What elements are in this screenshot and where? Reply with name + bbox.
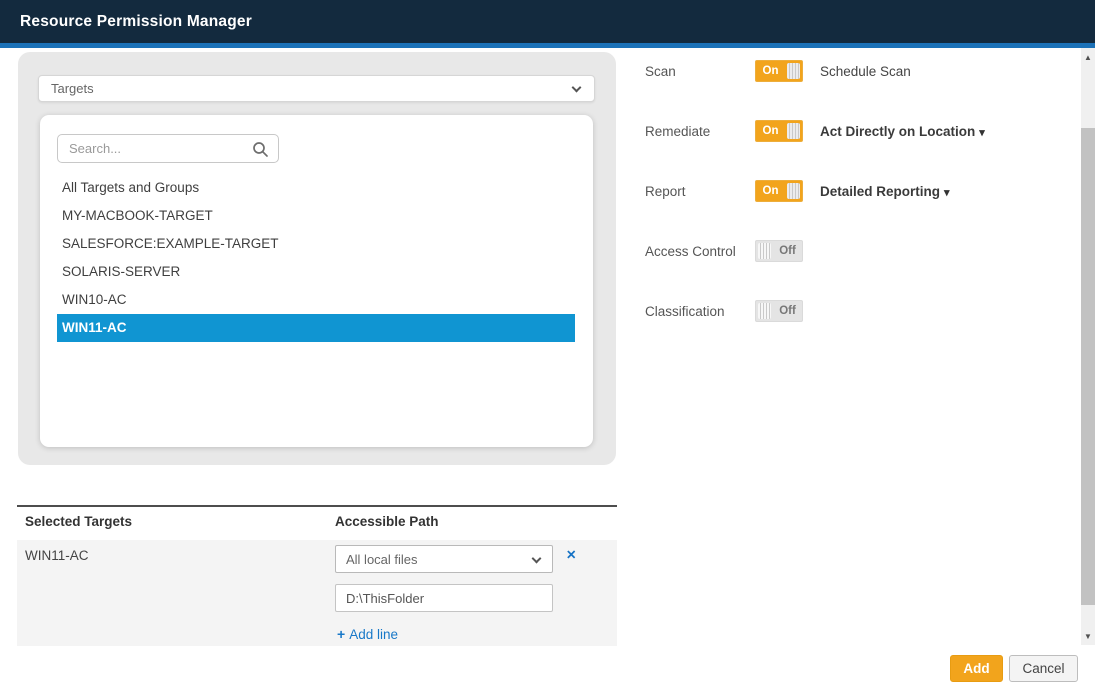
access-control-toggle[interactable]: Off: [755, 240, 803, 262]
column-header-selected-targets: Selected Targets: [25, 514, 132, 529]
path-type-select[interactable]: All local files: [335, 545, 553, 573]
dialog-title: Resource Permission Manager: [20, 13, 252, 31]
option-row-scan: Scan On Schedule Scan: [645, 60, 1075, 82]
option-row-classification: Classification Off: [645, 300, 1075, 322]
scrollbar-thumb[interactable]: [1081, 128, 1095, 605]
toggle-grip-icon: [758, 303, 771, 319]
act-directly-dropdown[interactable]: Act Directly on Location▾: [820, 124, 985, 139]
target-list: All Targets and Groups MY-MACBOOK-TARGET…: [40, 174, 593, 342]
caret-down-icon: ▾: [944, 187, 950, 199]
toggle-grip-icon: [758, 243, 771, 259]
chevron-down-icon: [532, 554, 542, 564]
targets-type-select-value: Targets: [51, 81, 94, 96]
plus-icon: +: [337, 626, 345, 642]
selected-target-name: WIN11-AC: [25, 548, 89, 563]
target-list-item[interactable]: SALESFORCE:EXAMPLE-TARGET: [57, 230, 575, 258]
report-label: Report: [645, 184, 686, 199]
column-header-accessible-path: Accessible Path: [335, 514, 439, 529]
target-picker-container: Targets All Targets and Groups MY-MACBOO…: [18, 52, 616, 465]
classification-toggle[interactable]: Off: [755, 300, 803, 322]
scan-toggle[interactable]: On: [755, 60, 803, 82]
option-row-remediate: Remediate On Act Directly on Location▾: [645, 120, 1075, 142]
caret-down-icon: ▾: [979, 127, 985, 139]
option-row-report: Report On Detailed Reporting▾: [645, 180, 1075, 202]
search-icon: [252, 141, 269, 158]
report-toggle[interactable]: On: [755, 180, 803, 202]
classification-label: Classification: [645, 304, 725, 319]
add-line-button[interactable]: +Add line: [337, 626, 398, 642]
scan-label: Scan: [645, 64, 676, 79]
access-control-label: Access Control: [645, 244, 736, 259]
accent-divider: [0, 43, 1095, 48]
scroll-up-icon[interactable]: ▲: [1081, 50, 1095, 64]
add-button[interactable]: Add: [950, 655, 1003, 682]
toggle-grip-icon: [787, 63, 800, 79]
target-list-item[interactable]: All Targets and Groups: [57, 174, 575, 202]
vertical-scrollbar[interactable]: ▲ ▼: [1081, 48, 1095, 645]
chevron-down-icon: [572, 83, 582, 93]
targets-type-select[interactable]: Targets: [38, 75, 595, 102]
schedule-scan-link[interactable]: Schedule Scan: [820, 64, 911, 79]
target-list-item[interactable]: SOLARIS-SERVER: [57, 258, 575, 286]
remediate-label: Remediate: [645, 124, 710, 139]
toggle-grip-icon: [787, 183, 800, 199]
table-top-divider: [17, 505, 617, 507]
scroll-down-icon[interactable]: ▼: [1081, 629, 1095, 643]
remediate-toggle[interactable]: On: [755, 120, 803, 142]
dialog-titlebar: Resource Permission Manager: [0, 0, 1095, 43]
target-list-item[interactable]: WIN10-AC: [57, 286, 575, 314]
search-box: [57, 134, 279, 163]
remove-row-button[interactable]: ✕: [566, 547, 576, 562]
table-row: WIN11-AC All local files ✕ +Add line: [17, 540, 617, 646]
cancel-button[interactable]: Cancel: [1009, 655, 1078, 682]
option-row-access-control: Access Control Off: [645, 240, 1075, 262]
path-input[interactable]: [335, 584, 553, 612]
target-list-item[interactable]: MY-MACBOOK-TARGET: [57, 202, 575, 230]
resource-permission-manager-dialog: Resource Permission Manager Targets All …: [0, 0, 1095, 693]
search-input[interactable]: [58, 135, 243, 162]
target-list-item-selected[interactable]: WIN11-AC: [57, 314, 575, 342]
toggle-grip-icon: [787, 123, 800, 139]
detailed-reporting-dropdown[interactable]: Detailed Reporting▾: [820, 184, 950, 199]
target-list-panel: All Targets and Groups MY-MACBOOK-TARGET…: [40, 115, 593, 447]
path-type-select-value: All local files: [346, 552, 418, 567]
